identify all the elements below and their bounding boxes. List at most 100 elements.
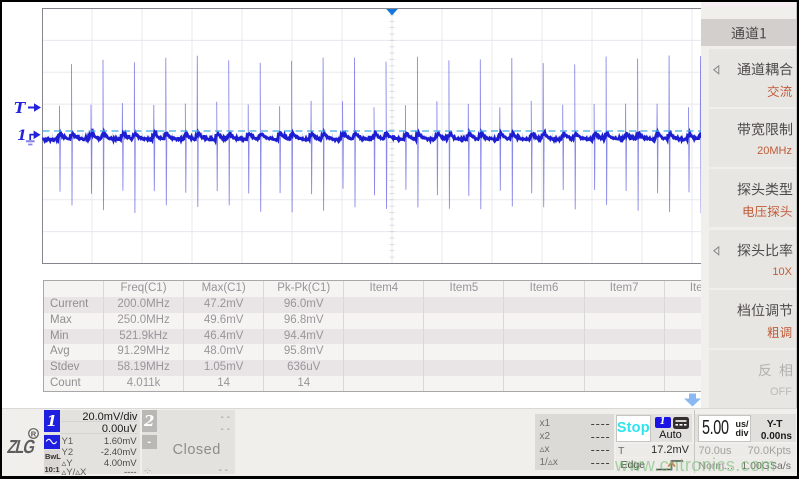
table-cell (343, 297, 423, 313)
trigger-level-label: T (14, 99, 25, 117)
menu-item-4[interactable]: 10X (709, 230, 796, 288)
table-cell (503, 344, 583, 360)
channel2-coupling-placeholder: - (142, 435, 158, 450)
table-cell (664, 297, 702, 313)
table-cell (343, 329, 423, 345)
table-scroll-down-icon[interactable] (684, 393, 702, 407)
menu-item-value (767, 326, 792, 339)
table-cell: 521.9kHz (103, 329, 183, 345)
table-header-cell: Item8 (664, 281, 702, 297)
table-cell (584, 344, 664, 360)
menu-item-value (742, 205, 792, 218)
display-mode: Y-T (753, 418, 796, 430)
table-header-cell: Pk-Pk(C1) (263, 281, 343, 297)
border-left (0, 0, 2, 479)
cursor-value: ---- (591, 443, 611, 457)
trigger-delay: 0.00ns (716, 431, 792, 442)
table-cell: 96.0mV (263, 297, 343, 313)
menu-title-text (731, 26, 767, 40)
channel1-status-box[interactable]: 1 BwL 10:1 20.0mV/div 0.00uV Y11.60mVY2-… (44, 410, 140, 475)
table-row-label: Min (44, 329, 103, 345)
table-cell: 14 (183, 376, 263, 392)
channel1-badge: 1 (44, 410, 60, 432)
table-header-cell: Item6 (503, 281, 583, 297)
table-cell (503, 329, 583, 345)
cursor-row: 1/▵x ---- (540, 457, 611, 470)
menu-item-value (767, 85, 792, 98)
menu-item-value: 10X (772, 266, 792, 278)
table-cell (343, 344, 423, 360)
table-header-cell: Item4 (343, 281, 423, 297)
ch1-cursor-label: Y2 (62, 448, 74, 458)
table-cell: 636uV (263, 360, 343, 376)
oscilloscope-screen: T 1 Freq(C1)Max(C1)Pk-Pk(C1)Item4Item5It… (0, 0, 799, 479)
probe-ratio-flag: 10:1 (45, 465, 60, 474)
table-cell: 200.0MHz (103, 297, 183, 313)
channel1-flags-column: BwL 10:1 (44, 450, 60, 475)
cursor-label: x1 (540, 418, 551, 429)
table-cell: 1.05mV (183, 360, 263, 376)
table-cell (343, 313, 423, 329)
table-row: Avg91.29MHz48.0mV95.8mV (44, 344, 702, 360)
table-cell (423, 297, 503, 313)
channel1-ground-arrow-icon (25, 130, 42, 147)
watermark: www.cntronics.com (615, 455, 776, 476)
channel2-status: Closed (159, 442, 236, 458)
table-cell (664, 376, 702, 392)
submenu-arrow-icon (713, 65, 720, 75)
table-cell (343, 376, 423, 392)
table-cell: 46.4mV (183, 329, 263, 345)
cursor-label: x2 (540, 431, 551, 442)
table-cell (423, 360, 503, 376)
table-cell (503, 297, 583, 313)
table-cell: 4.011k (103, 376, 183, 392)
cursor-value: ---- (591, 456, 611, 470)
menu-item-1[interactable] (709, 49, 796, 107)
channel1-position-marker[interactable]: 1 (17, 128, 43, 146)
channel1-scale: 20.0mV/div (82, 411, 137, 423)
ch1-cursor-label: Y1 (62, 437, 74, 447)
menu-item-5[interactable] (709, 290, 796, 348)
table-cell (423, 376, 503, 392)
menu-item-label (737, 122, 793, 136)
menu-item-3[interactable] (709, 169, 796, 227)
menu-item-2[interactable]: 20MHz (709, 109, 796, 167)
run-state-indicator[interactable]: Stop (616, 415, 651, 442)
trigger-mode[interactable]: Auto (650, 429, 691, 441)
table-cell: 95.8mV (263, 344, 343, 360)
table-cell: 91.29MHz (103, 344, 183, 360)
border-top (0, 0, 799, 2)
table-row-label: Avg (44, 344, 103, 360)
table-row-label: Stdev (44, 360, 103, 376)
sidebar-top-strip (701, 2, 796, 7)
table-cell (584, 297, 664, 313)
trigger-level-marker[interactable]: T (14, 99, 42, 117)
channel2-status-box[interactable]: 2 - - - - - Closed -:- - - (142, 410, 236, 475)
channel1-offset: 0.00uV (102, 423, 137, 435)
run-state-text: Stop (617, 420, 650, 436)
table-cell: 48.0mV (183, 344, 263, 360)
cursor-readout-box: x1 ---- x2 ---- ▵x ---- 1/▵x ---- (535, 414, 614, 470)
channel-menu-sidebar: 20MHz 10X OFF (701, 2, 797, 408)
submenu-arrow-icon (713, 246, 720, 256)
channel2-extra: - - (219, 465, 228, 476)
channel2-offset: - - (221, 424, 230, 435)
table-row: Max250.0MHz49.6mV96.8mV (44, 313, 702, 329)
table-cell (584, 329, 664, 345)
table-cell: 96.8mV (263, 313, 343, 329)
trigger-panel-icon (673, 417, 689, 429)
table-cell: 250.0MHz (103, 313, 183, 329)
table-row: Current200.0MHz47.2mV96.0mV (44, 297, 702, 313)
menu-item-label (737, 303, 793, 317)
cursor-label: ▵x (540, 444, 550, 455)
table-cell (664, 344, 702, 360)
table-row-label: Current (44, 297, 103, 313)
table-cell (503, 313, 583, 329)
table-cell: 94.4mV (263, 329, 343, 345)
table-cell: 49.6mV (183, 313, 263, 329)
menu-item-6[interactable]: OFF (709, 350, 796, 408)
table-header-cell: Item5 (423, 281, 503, 297)
menu-item-label (737, 62, 793, 76)
table-cell (664, 360, 702, 376)
table-row: Stdev58.19MHz1.05mV636uV (44, 360, 702, 376)
